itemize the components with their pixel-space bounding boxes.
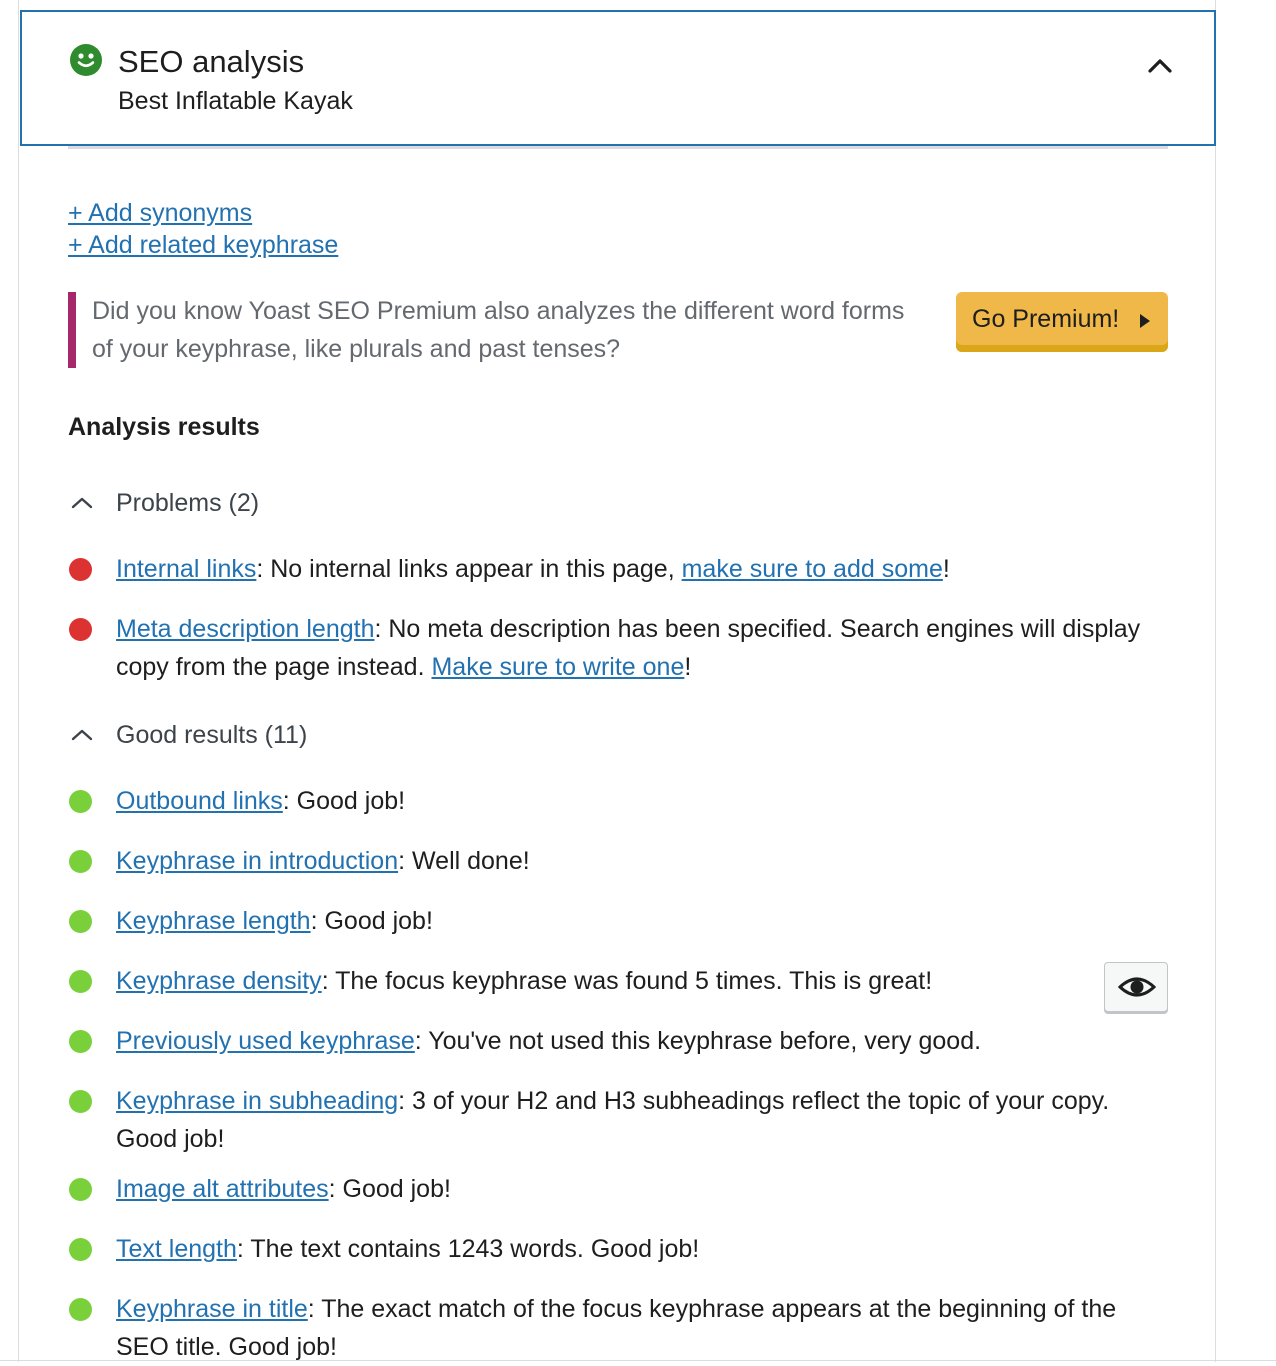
add-related-keyphrase-link[interactable]: + Add related keyphrase xyxy=(68,230,338,260)
smiley-status-icon xyxy=(70,44,102,76)
result-text: : Good job! xyxy=(328,1175,451,1203)
add-synonyms-link[interactable]: + Add synonyms xyxy=(68,198,252,228)
go-premium-label: Go Premium! xyxy=(972,305,1120,333)
eye-icon xyxy=(1118,977,1156,997)
divider xyxy=(68,146,1168,149)
result-action-link[interactable]: Make sure to write one xyxy=(431,653,684,681)
green-bullet-icon xyxy=(69,970,92,993)
green-bullet-icon xyxy=(69,1298,92,1321)
result-text: : Well done! xyxy=(398,847,530,875)
chevron-up-icon xyxy=(71,497,93,509)
go-premium-button[interactable]: Go Premium! xyxy=(956,292,1168,352)
result-text-end: ! xyxy=(684,653,692,681)
result-link[interactable]: Keyphrase density xyxy=(116,967,322,995)
chevron-up-icon xyxy=(71,729,93,741)
result-link[interactable]: Previously used keyphrase xyxy=(116,1027,415,1055)
result-text: : Good job! xyxy=(282,787,406,815)
result-text: : The text contains 1243 words. Good job… xyxy=(236,1235,700,1263)
seo-analysis-header[interactable]: SEO analysis Best Inflatable Kayak xyxy=(20,10,1216,146)
caret-right-icon xyxy=(1140,314,1150,328)
problems-toggle[interactable]: Problems (2) xyxy=(68,485,328,521)
result-text: : No internal links appear in this page, xyxy=(256,555,682,583)
green-bullet-icon xyxy=(69,1238,92,1261)
problems-label: Problems (2) xyxy=(116,489,260,517)
result-link[interactable]: Outbound links xyxy=(116,787,283,815)
analysis-results-heading: Analysis results xyxy=(68,413,260,441)
red-bullet-icon xyxy=(69,618,92,641)
result-link[interactable]: Internal links xyxy=(116,555,256,583)
green-bullet-icon xyxy=(69,1090,92,1113)
result-link[interactable]: Keyphrase in introduction xyxy=(116,847,398,875)
premium-promo-text: Did you know Yoast SEO Premium also anal… xyxy=(92,297,905,363)
result-action-link[interactable]: make sure to add some xyxy=(682,555,943,583)
chevron-up-icon[interactable] xyxy=(1144,50,1176,82)
result-text: : You've not used this keyphrase before,… xyxy=(414,1027,982,1055)
good-results-label: Good results (11) xyxy=(116,721,308,749)
highlight-keyphrase-button[interactable] xyxy=(1104,962,1168,1012)
green-bullet-icon xyxy=(69,910,92,933)
result-link[interactable]: Text length xyxy=(116,1235,237,1263)
result-text-end: ! xyxy=(942,555,950,583)
panel-title: SEO analysis xyxy=(118,44,305,79)
result-text: : Good job! xyxy=(310,907,433,935)
result-link[interactable]: Keyphrase in subheading xyxy=(116,1087,398,1115)
result-text: : The focus keyphrase was found 5 times.… xyxy=(321,967,933,995)
result-link[interactable]: Meta description length xyxy=(116,615,374,643)
green-bullet-icon xyxy=(69,790,92,813)
good-results-toggle[interactable]: Good results (11) xyxy=(68,717,368,753)
green-bullet-icon xyxy=(69,850,92,873)
promo-accent-bar xyxy=(68,292,76,368)
green-bullet-icon xyxy=(69,1030,92,1053)
result-link[interactable]: Image alt attributes xyxy=(116,1175,329,1203)
focus-keyphrase-label: Best Inflatable Kayak xyxy=(118,87,353,115)
result-link[interactable]: Keyphrase length xyxy=(116,907,311,935)
red-bullet-icon xyxy=(69,558,92,581)
result-link[interactable]: Keyphrase in title xyxy=(116,1295,308,1323)
green-bullet-icon xyxy=(69,1178,92,1201)
